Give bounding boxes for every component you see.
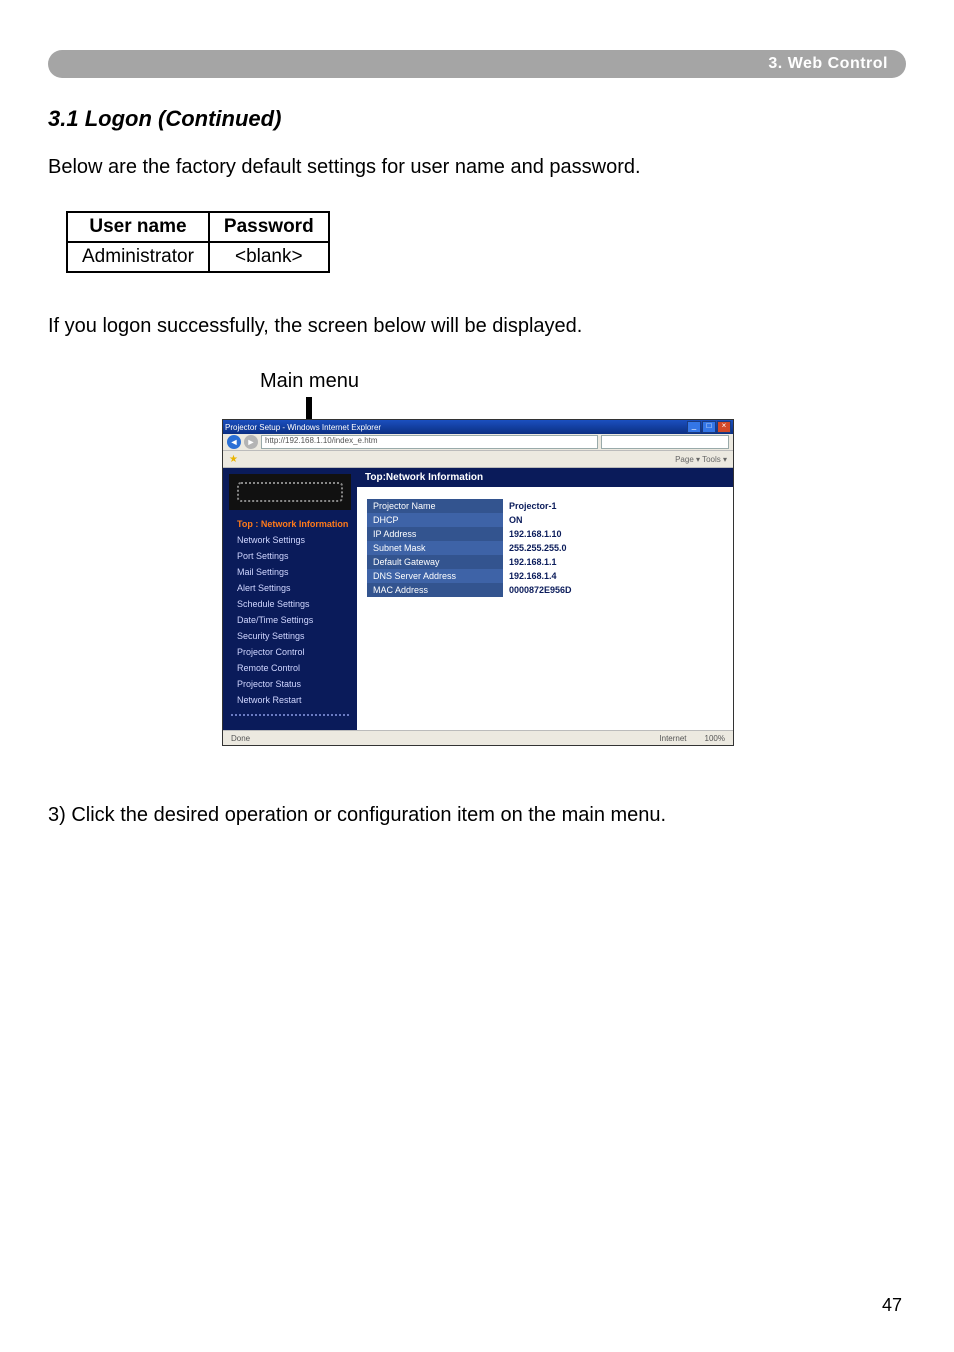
nav-forward-icon[interactable]: ► (244, 435, 258, 449)
browser-titlebar: Projector Setup - Windows Internet Explo… (223, 420, 733, 434)
search-input[interactable] (601, 435, 729, 449)
address-input[interactable]: http://192.168.1.10/index_e.htm (261, 435, 598, 449)
defaults-table: User name Password Administrator <blank> (66, 211, 330, 273)
sidebar-item-top[interactable]: Top : Network Information (223, 516, 357, 532)
toolbar-right[interactable]: Page ▾ Tools ▾ (675, 455, 727, 464)
info-key: IP Address (367, 527, 503, 541)
sidebar-item-security-settings[interactable]: Security Settings (223, 628, 357, 644)
info-val: 192.168.1.10 (503, 527, 679, 541)
browser-address-bar: ◄ ► http://192.168.1.10/index_e.htm (223, 434, 733, 451)
sidebar-item-projector-control[interactable]: Projector Control (223, 644, 357, 660)
status-zoom: 100% (705, 734, 725, 743)
sidebar-item-port-settings[interactable]: Port Settings (223, 548, 357, 564)
info-val: 192.168.1.1 (503, 555, 679, 569)
sidebar: Top : Network Information Network Settin… (223, 468, 357, 730)
sidebar-item-network-restart[interactable]: Network Restart (223, 692, 357, 708)
browser-window: Projector Setup - Windows Internet Explo… (222, 419, 734, 746)
chapter-band: 3. Web Control (48, 50, 906, 78)
sidebar-item-network-settings[interactable]: Network Settings (223, 532, 357, 548)
paragraph-2: If you logon successfully, the screen be… (48, 313, 906, 340)
info-key: DNS Server Address (367, 569, 503, 583)
section-title: 3.1 Logon (Continued) (48, 106, 906, 132)
content-title: Top:Network Information (357, 468, 733, 487)
paragraph-1: Below are the factory default settings f… (48, 154, 906, 181)
info-val: 192.168.1.4 (503, 569, 679, 583)
browser-status-bar: Done Internet 100% (223, 730, 733, 745)
window-close-icon[interactable]: × (717, 421, 731, 433)
sidebar-item-alert-settings[interactable]: Alert Settings (223, 580, 357, 596)
status-zone: Internet (659, 734, 686, 743)
sidebar-item-mail-settings[interactable]: Mail Settings (223, 564, 357, 580)
info-key: MAC Address (367, 583, 503, 597)
status-done: Done (231, 734, 250, 743)
info-key: DHCP (367, 513, 503, 527)
window-title: Projector Setup - Windows Internet Explo… (225, 423, 687, 432)
info-key: Projector Name (367, 499, 503, 513)
info-key: Default Gateway (367, 555, 503, 569)
screenshot-caption: Main menu (260, 370, 732, 393)
page-number: 47 (882, 1295, 902, 1316)
info-key: Subnet Mask (367, 541, 503, 555)
paragraph-3: 3) Click the desired operation or config… (48, 802, 906, 829)
screenshot-figure: Main menu Projector Setup - Windows Inte… (222, 370, 732, 746)
network-info-table: Projector NameProjector-1 DHCPON IP Addr… (367, 499, 679, 597)
window-maximize-icon[interactable]: □ (702, 421, 716, 433)
defaults-user-value: Administrator (67, 242, 209, 272)
projector-logo (229, 474, 351, 510)
content-pane: Top:Network Information Projector NamePr… (357, 468, 733, 730)
info-val: 255.255.255.0 (503, 541, 679, 555)
sidebar-item-schedule-settings[interactable]: Schedule Settings (223, 596, 357, 612)
browser-toolbar: ★ Page ▾ Tools ▾ (223, 451, 733, 468)
caption-marker (306, 397, 312, 419)
sidebar-item-remote-control[interactable]: Remote Control (223, 660, 357, 676)
sidebar-item-datetime-settings[interactable]: Date/Time Settings (223, 612, 357, 628)
window-minimize-icon[interactable]: _ (687, 421, 701, 433)
chapter-label: 3. Web Control (768, 50, 888, 78)
defaults-pass-value: <blank> (209, 242, 329, 272)
nav-back-icon[interactable]: ◄ (227, 435, 241, 449)
info-val: 0000872E956D (503, 583, 679, 597)
defaults-header-pass: Password (209, 212, 329, 242)
defaults-header-user: User name (67, 212, 209, 242)
info-val: ON (503, 513, 679, 527)
favorites-icon[interactable]: ★ (229, 454, 238, 465)
info-val: Projector-1 (503, 499, 679, 513)
sidebar-divider (231, 714, 349, 716)
sidebar-item-projector-status[interactable]: Projector Status (223, 676, 357, 692)
